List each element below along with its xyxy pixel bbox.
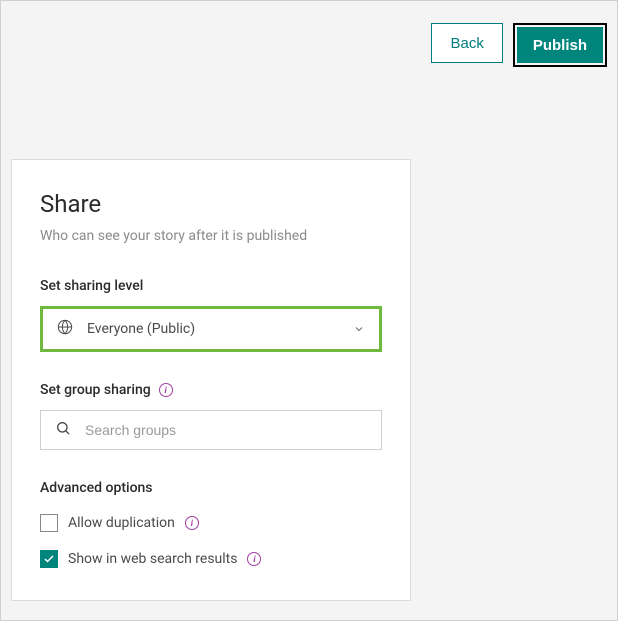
back-button[interactable]: Back — [431, 23, 502, 63]
search-icon — [55, 420, 71, 440]
chevron-down-icon — [353, 320, 365, 339]
group-search-box[interactable] — [40, 410, 382, 450]
publish-button[interactable]: Publish — [517, 27, 603, 63]
panel-subtitle: Who can see your story after it is publi… — [40, 228, 382, 244]
show-in-search-checkbox[interactable] — [40, 550, 58, 568]
share-panel: Share Who can see your story after it is… — [11, 159, 411, 601]
info-icon[interactable]: i — [159, 383, 173, 397]
allow-duplication-checkbox[interactable] — [40, 514, 58, 532]
advanced-options-title: Advanced options — [40, 480, 382, 496]
sharing-level-dropdown[interactable]: Everyone (Public) — [43, 309, 379, 349]
allow-duplication-row: Allow duplication i — [40, 514, 382, 532]
globe-icon — [57, 319, 73, 339]
sharing-level-label: Set sharing level — [40, 278, 382, 294]
info-icon[interactable]: i — [185, 516, 199, 530]
group-sharing-label: Set group sharing i — [40, 382, 382, 398]
show-in-search-row: Show in web search results i — [40, 550, 382, 568]
info-icon[interactable]: i — [247, 552, 261, 566]
show-in-search-label: Show in web search results — [68, 551, 237, 567]
sharing-level-selected: Everyone (Public) — [87, 321, 339, 337]
publish-highlight: Publish — [513, 23, 607, 67]
allow-duplication-label: Allow duplication — [68, 515, 175, 531]
sharing-level-highlight: Everyone (Public) — [40, 306, 382, 352]
panel-title: Share — [40, 190, 382, 218]
group-search-input[interactable] — [85, 422, 367, 438]
